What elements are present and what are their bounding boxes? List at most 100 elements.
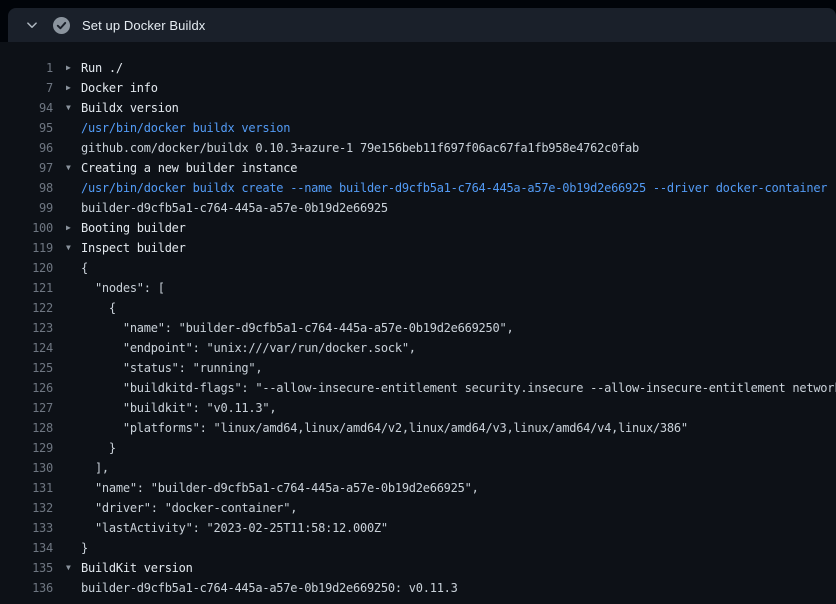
- log-line: 126 "buildkitd-flags": "--allow-insecure…: [0, 378, 836, 398]
- log-line: 98/usr/bin/docker buildx create --name b…: [0, 178, 836, 198]
- output-text: "endpoint": "unix:///var/run/docker.sock…: [81, 338, 836, 358]
- line-number[interactable]: 126: [0, 378, 53, 398]
- group-title[interactable]: Creating a new builder instance: [81, 158, 836, 178]
- line-number[interactable]: 122: [0, 298, 53, 318]
- gutter-spacer: [53, 258, 81, 278]
- gutter-spacer: [53, 138, 81, 158]
- log-group-row[interactable]: 7▶Docker info: [0, 78, 836, 98]
- log-line: 133 "lastActivity": "2023-02-25T11:58:12…: [0, 518, 836, 538]
- line-number[interactable]: 125: [0, 358, 53, 378]
- triangle-down-icon[interactable]: ▼: [53, 238, 81, 258]
- line-number[interactable]: 124: [0, 338, 53, 358]
- chevron-down-icon[interactable]: [18, 19, 46, 31]
- gutter-spacer: [53, 298, 81, 318]
- group-title[interactable]: Run ./: [81, 58, 836, 78]
- output-text: "driver": "docker-container",: [81, 498, 836, 518]
- log-group-row[interactable]: 1▶Run ./: [0, 58, 836, 78]
- log-group-row[interactable]: 119▼Inspect builder: [0, 238, 836, 258]
- line-number[interactable]: 129: [0, 438, 53, 458]
- gutter-spacer: [53, 318, 81, 338]
- line-number[interactable]: 100: [0, 218, 53, 238]
- output-text: "buildkitd-flags": "--allow-insecure-ent…: [81, 378, 836, 398]
- line-number[interactable]: 94: [0, 98, 53, 118]
- log-line: 134}: [0, 538, 836, 558]
- output-text: {: [81, 298, 836, 318]
- gutter-spacer: [53, 398, 81, 418]
- line-number[interactable]: 121: [0, 278, 53, 298]
- group-title[interactable]: Buildx version: [81, 98, 836, 118]
- gutter-spacer: [53, 178, 81, 198]
- line-number[interactable]: 97: [0, 158, 53, 178]
- line-number[interactable]: 127: [0, 398, 53, 418]
- line-number[interactable]: 7: [0, 78, 53, 98]
- log-line: 96github.com/docker/buildx 0.10.3+azure-…: [0, 138, 836, 158]
- gutter-spacer: [53, 438, 81, 458]
- line-number[interactable]: 98: [0, 178, 53, 198]
- log-line: 132 "driver": "docker-container",: [0, 498, 836, 518]
- line-number[interactable]: 96: [0, 138, 53, 158]
- gutter-spacer: [53, 578, 81, 598]
- gutter-spacer: [53, 198, 81, 218]
- log-line: 124 "endpoint": "unix:///var/run/docker.…: [0, 338, 836, 358]
- group-title[interactable]: BuildKit version: [81, 558, 836, 578]
- gutter-spacer: [53, 378, 81, 398]
- line-number[interactable]: 128: [0, 418, 53, 438]
- command-text: /usr/bin/docker buildx create --name bui…: [81, 178, 836, 198]
- triangle-down-icon[interactable]: ▼: [53, 158, 81, 178]
- triangle-down-icon[interactable]: ▼: [53, 98, 81, 118]
- output-text: builder-d9cfb5a1-c764-445a-a57e-0b19d2e6…: [81, 198, 836, 218]
- line-number[interactable]: 134: [0, 538, 53, 558]
- line-number[interactable]: 119: [0, 238, 53, 258]
- line-number[interactable]: 131: [0, 478, 53, 498]
- line-number[interactable]: 95: [0, 118, 53, 138]
- line-number[interactable]: 136: [0, 578, 53, 598]
- output-text: {: [81, 258, 836, 278]
- log-area: 1▶Run ./7▶Docker info94▼Buildx version95…: [0, 42, 836, 604]
- triangle-down-icon[interactable]: ▼: [53, 558, 81, 578]
- log-line: 120 {: [0, 258, 836, 278]
- page-top-strip: Set up Docker Buildx: [0, 0, 836, 42]
- output-text: "name": "builder-d9cfb5a1-c764-445a-a57e…: [81, 318, 836, 338]
- output-text: "buildkit": "v0.11.3",: [81, 398, 836, 418]
- log-group-row[interactable]: 100▶Booting builder: [0, 218, 836, 238]
- output-text: }: [81, 538, 836, 558]
- triangle-right-icon[interactable]: ▶: [53, 218, 81, 238]
- log-line: 130 ],: [0, 458, 836, 478]
- line-number[interactable]: 123: [0, 318, 53, 338]
- triangle-right-icon[interactable]: ▶: [53, 78, 81, 98]
- log-line: 121 "nodes": [: [0, 278, 836, 298]
- group-title[interactable]: Inspect builder: [81, 238, 836, 258]
- line-number[interactable]: 133: [0, 518, 53, 538]
- log-group-row[interactable]: 135▼BuildKit version: [0, 558, 836, 578]
- log-line: 128 "platforms": "linux/amd64,linux/amd6…: [0, 418, 836, 438]
- line-number[interactable]: 1: [0, 58, 53, 78]
- log-group-row[interactable]: 94▼Buildx version: [0, 98, 836, 118]
- log-line: 95/usr/bin/docker buildx version: [0, 118, 836, 138]
- step-header[interactable]: Set up Docker Buildx: [8, 8, 836, 42]
- line-number[interactable]: 135: [0, 558, 53, 578]
- gutter-spacer: [53, 458, 81, 478]
- gutter-spacer: [53, 478, 81, 498]
- log-lines: 1▶Run ./7▶Docker info94▼Buildx version95…: [0, 58, 836, 598]
- gutter-spacer: [53, 338, 81, 358]
- output-text: "nodes": [: [81, 278, 836, 298]
- output-text: ],: [81, 458, 836, 478]
- command-text: /usr/bin/docker buildx version: [81, 118, 836, 138]
- line-number[interactable]: 132: [0, 498, 53, 518]
- group-title[interactable]: Docker info: [81, 78, 836, 98]
- line-number[interactable]: 120: [0, 258, 53, 278]
- line-number[interactable]: 99: [0, 198, 53, 218]
- output-text: }: [81, 438, 836, 458]
- group-title[interactable]: Booting builder: [81, 218, 836, 238]
- gutter-spacer: [53, 118, 81, 138]
- output-text: "platforms": "linux/amd64,linux/amd64/v2…: [81, 418, 836, 438]
- gutter-spacer: [53, 418, 81, 438]
- gutter-spacer: [53, 518, 81, 538]
- output-text: "status": "running",: [81, 358, 836, 378]
- log-line: 125 "status": "running",: [0, 358, 836, 378]
- triangle-right-icon[interactable]: ▶: [53, 58, 81, 78]
- output-text: builder-d9cfb5a1-c764-445a-a57e-0b19d2e6…: [81, 578, 836, 598]
- output-text: "lastActivity": "2023-02-25T11:58:12.000…: [81, 518, 836, 538]
- log-group-row[interactable]: 97▼Creating a new builder instance: [0, 158, 836, 178]
- line-number[interactable]: 130: [0, 458, 53, 478]
